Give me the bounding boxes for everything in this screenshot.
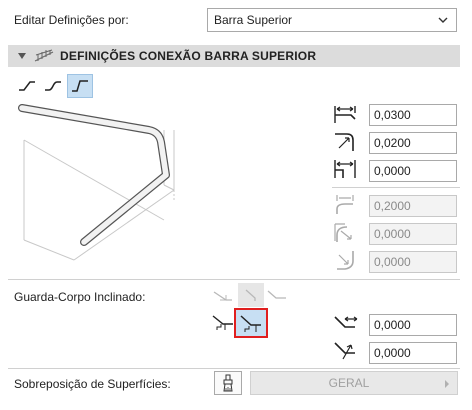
horizontal-offset-icon bbox=[334, 106, 356, 123]
curved-connection-button[interactable] bbox=[40, 74, 66, 98]
curve-length-input: 0,2000 bbox=[369, 195, 457, 217]
inclined-radius-icon bbox=[334, 342, 355, 360]
horizontal-offset-input[interactable]: 0,0300 bbox=[369, 104, 457, 126]
corner-radius-icon bbox=[335, 133, 354, 151]
overlap-divider bbox=[8, 368, 460, 369]
curved-connection-icon bbox=[45, 81, 61, 91]
inclined-type-2-icon bbox=[245, 289, 256, 301]
curve-radius-input: 0,0000 bbox=[369, 223, 457, 245]
triangle-down-icon bbox=[18, 53, 26, 59]
corner-radius-input[interactable]: 0,0200 bbox=[369, 132, 457, 154]
edit-settings-label: Editar Definições por: bbox=[14, 13, 129, 27]
inclined-offset-icon bbox=[334, 316, 358, 328]
inclined-offset-input[interactable]: 0,0000 bbox=[369, 314, 457, 336]
inclined-type-3-button bbox=[264, 283, 290, 307]
horizontal-extension-icon bbox=[334, 160, 356, 178]
edit-settings-value: Barra Superior bbox=[214, 13, 293, 27]
inclined-type-2-button bbox=[238, 283, 264, 307]
section-header[interactable]: DEFINIÇÕES CONEXÃO BARRA SUPERIOR bbox=[8, 45, 460, 67]
section-divider bbox=[8, 279, 460, 280]
horizontal-extension-input[interactable]: 0,0000 bbox=[369, 160, 457, 182]
inclined-railing-label: Guarda-Corpo Inclinado: bbox=[14, 290, 146, 304]
railing-icon bbox=[34, 49, 54, 62]
section-title: DEFINIÇÕES CONEXÃO BARRA SUPERIOR bbox=[60, 49, 317, 63]
inner-radius-icon bbox=[337, 251, 354, 270]
edit-settings-select[interactable]: Barra Superior bbox=[207, 8, 457, 32]
railing-illustration bbox=[18, 104, 175, 261]
surface-paint-button[interactable] bbox=[214, 371, 242, 395]
stair-railing-button[interactable] bbox=[210, 310, 236, 334]
stair-railing-selected-icon bbox=[240, 315, 261, 332]
surface-overlap-value: GERAL bbox=[328, 376, 370, 390]
inclined-radius-input[interactable]: 0,0000 bbox=[369, 342, 457, 364]
angled-connection-button[interactable] bbox=[67, 74, 93, 98]
inclined-type-1-icon bbox=[213, 291, 232, 301]
curve-length-icon bbox=[336, 195, 354, 214]
straight-connection-button[interactable] bbox=[14, 74, 40, 98]
stair-railing-selected-button[interactable] bbox=[234, 308, 268, 338]
angled-connection-icon bbox=[72, 80, 88, 92]
inclined-type-1-button bbox=[210, 283, 236, 307]
curve-radius-icon bbox=[334, 223, 352, 242]
parameter-divider bbox=[332, 187, 460, 188]
inclined-type-3-icon bbox=[267, 290, 286, 299]
stair-railing-icon bbox=[212, 315, 233, 330]
surface-overlap-label: Sobreposição de Superfícies: bbox=[14, 377, 171, 391]
chevron-down-icon bbox=[438, 17, 448, 23]
paint-brush-icon bbox=[223, 374, 233, 392]
straight-connection-icon bbox=[19, 81, 35, 91]
surface-overlap-button: GERAL bbox=[250, 371, 458, 395]
inner-radius-input: 0,0000 bbox=[369, 251, 457, 273]
chevron-right-icon bbox=[445, 380, 449, 388]
